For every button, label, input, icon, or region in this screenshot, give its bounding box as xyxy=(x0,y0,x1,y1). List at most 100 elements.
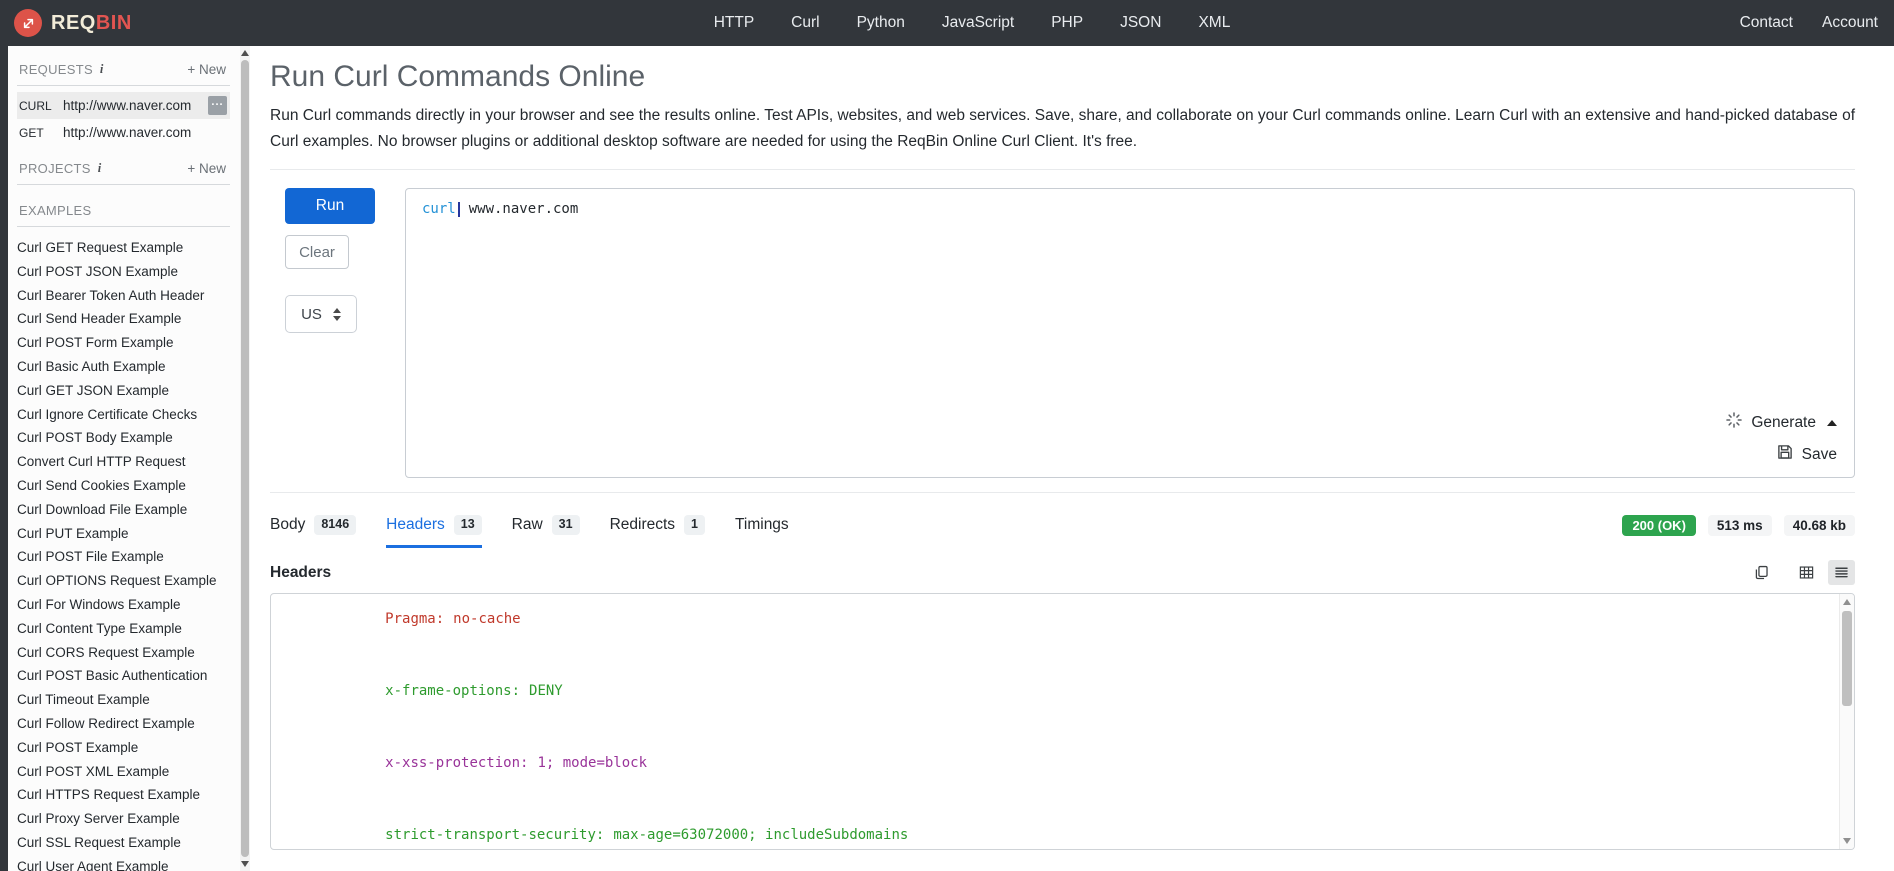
example-link[interactable]: Curl Send Header Example xyxy=(17,307,240,331)
tab-label: Headers xyxy=(386,516,445,534)
clear-button[interactable]: Clear xyxy=(285,235,349,269)
tab-count-badge: 13 xyxy=(453,515,482,535)
example-link[interactable]: Curl Timeout Example xyxy=(17,688,240,712)
nav-item[interactable]: Curl xyxy=(791,14,819,32)
examples-title: EXAMPLES xyxy=(19,203,92,218)
account-nav: Contact Account xyxy=(1740,14,1880,32)
request-item[interactable]: GET http://www.naver.com xyxy=(17,119,230,146)
response-header-line: x-xss-protection: 1; mode=block xyxy=(284,727,1854,799)
scroll-down-icon[interactable] xyxy=(1843,838,1851,844)
example-link[interactable]: Curl POST JSON Example xyxy=(17,260,240,284)
top-navbar: REQBIN HTTP Curl Python JavaScript PHP JSON XM… xyxy=(0,0,1894,46)
headers-section-title: Headers xyxy=(270,563,332,581)
generate-label: Generate xyxy=(1751,413,1816,431)
response-size-badge: 40.68 kb xyxy=(1783,515,1855,536)
region-value: US xyxy=(301,305,322,323)
sidebar: REQUESTS i + New CURL http://www.naver.c… xyxy=(8,46,240,871)
info-icon[interactable]: i xyxy=(98,161,101,176)
header-name: Pragma: xyxy=(385,611,445,627)
requests-title: REQUESTS xyxy=(19,62,93,77)
request-item[interactable]: CURL http://www.naver.com ... xyxy=(17,92,230,119)
example-link[interactable]: Curl POST Basic Authentication xyxy=(17,664,240,688)
example-link[interactable]: Curl Download File Example xyxy=(17,498,240,522)
divider xyxy=(270,169,1855,170)
tab-count-badge: 31 xyxy=(551,515,580,535)
curl-command-editor[interactable]: curl www.naver.com Generate Save xyxy=(405,188,1855,478)
example-link[interactable]: Curl OPTIONS Request Example xyxy=(17,569,240,593)
example-link[interactable]: Curl GET JSON Example xyxy=(17,379,240,403)
projects-section-header: PROJECTS i + New xyxy=(17,161,230,185)
example-link[interactable]: Curl Send Cookies Example xyxy=(17,474,240,498)
generate-button[interactable]: Generate xyxy=(1725,411,1837,434)
list-view-icon[interactable] xyxy=(1828,560,1855,585)
example-link[interactable]: Curl Content Type Example xyxy=(17,617,240,641)
curl-keyword: curl xyxy=(422,201,456,217)
nav-item[interactable]: Python xyxy=(857,14,905,32)
result-tab[interactable]: Raw 31 xyxy=(512,515,580,548)
example-link[interactable]: Curl Proxy Server Example xyxy=(17,807,240,831)
reqbin-logo[interactable]: REQBIN xyxy=(14,9,132,37)
tab-count-badge: 1 xyxy=(684,515,705,535)
example-link[interactable]: Curl PUT Example xyxy=(17,522,240,546)
header-value: no-cache xyxy=(453,611,521,627)
example-link[interactable]: Curl GET Request Example xyxy=(17,236,240,260)
request-more-button[interactable]: ... xyxy=(208,96,227,115)
tab-label: Redirects xyxy=(609,516,676,534)
example-link[interactable]: Curl SSL Request Example xyxy=(17,831,240,855)
nav-item[interactable]: Contact xyxy=(1740,14,1793,32)
brand-name: REQBIN xyxy=(51,11,132,34)
scroll-down-icon[interactable] xyxy=(241,861,249,867)
result-tab[interactable]: Headers 13 xyxy=(386,515,482,548)
tab-count-badge: 8146 xyxy=(314,515,357,535)
results-tabs: Body 8146 Headers 13 Raw 31 Redirects 1 … xyxy=(270,515,789,548)
command-line: curl www.naver.com xyxy=(406,189,1854,229)
curl-argument: www.naver.com xyxy=(468,201,579,217)
example-link[interactable]: Curl For Windows Example xyxy=(17,593,240,617)
results-tabs-row: Body 8146 Headers 13 Raw 31 Redirects 1 … xyxy=(270,515,1855,548)
example-link[interactable]: Curl POST File Example xyxy=(17,545,240,569)
tab-label: Timings xyxy=(735,516,789,534)
example-link[interactable]: Curl Bearer Token Auth Header xyxy=(17,284,240,308)
example-link[interactable]: Curl CORS Request Example xyxy=(17,641,240,665)
example-link[interactable]: Curl User Agent Example xyxy=(17,855,240,871)
headers-scrollbar[interactable] xyxy=(1839,594,1854,849)
info-icon[interactable]: i xyxy=(100,62,103,77)
scrollbar-thumb[interactable] xyxy=(1842,611,1852,706)
response-header-line: Pragma: no-cache xyxy=(284,594,1854,655)
example-link[interactable]: Curl Basic Auth Example xyxy=(17,355,240,379)
new-request-button[interactable]: + New xyxy=(187,62,226,77)
copy-icon[interactable] xyxy=(1748,560,1775,585)
example-link[interactable]: Curl POST XML Example xyxy=(17,760,240,784)
region-select[interactable]: US xyxy=(285,295,357,333)
examples-section-header: EXAMPLES xyxy=(17,203,230,227)
run-button[interactable]: Run xyxy=(285,188,375,224)
example-link[interactable]: Curl POST Body Example xyxy=(17,426,240,450)
nav-item[interactable]: PHP xyxy=(1051,14,1083,32)
result-tab[interactable]: Redirects 1 xyxy=(610,515,705,548)
save-label: Save xyxy=(1801,445,1837,463)
example-link[interactable]: Curl Ignore Certificate Checks xyxy=(17,403,240,427)
example-link[interactable]: Curl POST Form Example xyxy=(17,331,240,355)
nav-item[interactable]: XML xyxy=(1198,14,1230,32)
response-time-badge: 513 ms xyxy=(1707,515,1772,536)
example-link[interactable]: Curl Follow Redirect Example xyxy=(17,712,240,736)
editor-actions: Generate Save xyxy=(1725,411,1837,466)
new-project-button[interactable]: + New xyxy=(187,161,226,176)
nav-item[interactable]: JSON xyxy=(1120,14,1161,32)
result-tab[interactable]: Timings xyxy=(735,515,789,548)
result-tab[interactable]: Body 8146 xyxy=(270,515,357,548)
nav-item[interactable]: Account xyxy=(1822,14,1878,32)
table-view-icon[interactable] xyxy=(1793,560,1820,585)
headers-output[interactable]: Pragma: no-cache x-frame-options: DENY x-x… xyxy=(271,594,1854,849)
scrollbar-thumb[interactable] xyxy=(241,60,249,857)
example-link[interactable]: Curl POST Example xyxy=(17,736,240,760)
sidebar-scrollbar[interactable] xyxy=(240,46,250,871)
scroll-up-icon[interactable] xyxy=(1843,599,1851,605)
scroll-up-icon[interactable] xyxy=(241,50,249,56)
save-button[interactable]: Save xyxy=(1725,443,1837,466)
sparkle-icon xyxy=(1725,411,1743,434)
example-link[interactable]: Curl HTTPS Request Example xyxy=(17,783,240,807)
nav-item[interactable]: HTTP xyxy=(714,14,754,32)
nav-item[interactable]: JavaScript xyxy=(942,14,1014,32)
example-link[interactable]: Convert Curl HTTP Request xyxy=(17,450,240,474)
